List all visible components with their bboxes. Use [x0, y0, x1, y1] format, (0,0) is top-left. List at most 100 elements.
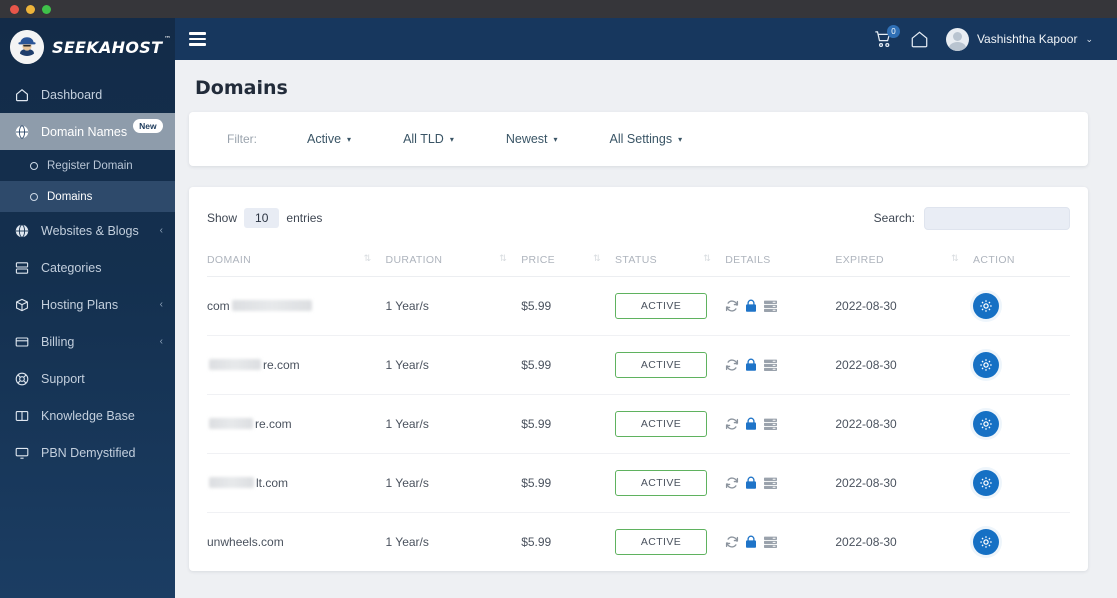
cell-status: ACTIVE [615, 453, 726, 513]
cell-domain: com [207, 276, 386, 336]
column-header-domain[interactable]: DOMAIN ⇅ [207, 244, 386, 277]
sidebar-item-billing[interactable]: Billing ‹ [0, 323, 175, 360]
detective-logo-icon [10, 30, 44, 64]
filter-bar: Filter: Active ▾ All TLD ▾ Newest ▾ All … [189, 112, 1088, 166]
home-icon[interactable] [910, 30, 929, 49]
search-input[interactable] [924, 206, 1070, 230]
window-minimize-button[interactable] [26, 5, 35, 14]
server-icon[interactable] [763, 417, 778, 431]
server-icon[interactable] [763, 299, 778, 313]
page-title: Domains [195, 77, 288, 99]
chevron-left-icon: ‹ [159, 336, 163, 347]
lifebuoy-icon [14, 372, 29, 386]
user-menu[interactable]: Vashishtha Kapoor ⌄ [945, 27, 1093, 51]
cell-domain: re.com [207, 394, 386, 454]
column-header-expired[interactable]: EXPIRED ⇅ [835, 244, 974, 277]
card-icon [14, 335, 29, 349]
gear-icon[interactable] [973, 293, 1000, 319]
gear-icon[interactable] [973, 470, 1000, 496]
entries-per-page-select[interactable]: 10 [244, 208, 280, 228]
sidebar-item-label: Websites & Blogs [41, 223, 139, 238]
sidebar-item-dashboard[interactable]: Dashboard [0, 76, 175, 113]
sidebar-item-categories[interactable]: Categories [0, 249, 175, 286]
status-badge: ACTIVE [615, 293, 708, 319]
lock-icon[interactable] [745, 358, 757, 372]
refresh-icon[interactable] [725, 476, 739, 490]
filter-dropdown-sort[interactable]: Newest ▾ [506, 132, 558, 146]
sort-icon[interactable]: ⇅ [593, 254, 601, 263]
column-header-price[interactable]: PRICE ⇅ [521, 244, 616, 277]
filter-dropdown-label: Active [307, 132, 342, 146]
filter-dropdown-label: Newest [505, 132, 548, 146]
hamburger-icon[interactable] [189, 32, 206, 46]
globe-icon [14, 124, 29, 139]
server-icon[interactable] [763, 358, 778, 372]
sidebar-logo[interactable]: SEEKAHOST ™ [0, 18, 175, 76]
lock-icon[interactable] [745, 299, 757, 313]
cell-status: ACTIVE [615, 512, 726, 571]
sidebar-subitem-label: Domains [47, 190, 93, 203]
new-badge: New [133, 118, 163, 133]
cell-duration: 1 Year/s [385, 335, 522, 395]
chevron-left-icon: ‹ [159, 299, 163, 310]
cell-action [973, 512, 1070, 571]
sidebar-item-domains[interactable]: Domains [0, 181, 175, 212]
sort-icon[interactable]: ⇅ [364, 254, 372, 263]
sidebar-item-label: Hosting Plans [41, 297, 119, 312]
top-navbar: 0 Vashishtha Kapoor ⌄ [175, 18, 1117, 60]
refresh-icon[interactable] [725, 358, 739, 372]
window-maximize-button[interactable] [42, 5, 51, 14]
sidebar-item-knowledge-base[interactable]: Knowledge Base [0, 397, 175, 434]
cell-status: ACTIVE [615, 335, 726, 395]
sidebar-item-websites-blogs[interactable]: Websites & Blogs ‹ [0, 212, 175, 249]
cell-expired: 2022-08-30 [835, 453, 974, 513]
cell-price: $5.99 [521, 276, 616, 336]
filter-dropdown-settings[interactable]: All Settings ▾ [610, 132, 683, 146]
domain-text: re.com [263, 358, 300, 372]
refresh-icon[interactable] [725, 417, 739, 431]
column-header-status[interactable]: STATUS ⇅ [615, 244, 726, 277]
chevron-left-icon: ‹ [159, 225, 163, 236]
filter-dropdown-status[interactable]: Active ▾ [307, 132, 351, 146]
bullet-icon [30, 192, 38, 201]
table-row: re.com 1 Year/s $5.99 ACTIVE 2022-08-30 [207, 394, 1070, 454]
refresh-icon[interactable] [725, 299, 739, 313]
book-icon [14, 409, 29, 423]
sidebar-subitem-label: Register Domain [47, 159, 133, 172]
lock-icon[interactable] [745, 535, 757, 549]
window-close-button[interactable] [10, 5, 19, 14]
filter-dropdown-tld[interactable]: All TLD ▾ [403, 132, 454, 146]
cell-domain: lt.com [207, 453, 386, 513]
lock-icon[interactable] [745, 417, 757, 431]
sort-icon[interactable]: ⇅ [703, 254, 711, 263]
server-icon[interactable] [763, 476, 778, 490]
gear-icon[interactable] [973, 411, 1000, 437]
sidebar-item-support[interactable]: Support [0, 360, 175, 397]
sort-icon[interactable]: ⇅ [499, 254, 507, 263]
sidebar-item-register-domain[interactable]: Register Domain [0, 150, 175, 181]
cell-domain: unwheels.com [207, 512, 386, 571]
caret-down-icon: ▾ [347, 134, 352, 144]
bullet-icon [30, 161, 38, 170]
sidebar-item-pbn-demystified[interactable]: PBN Demystified [0, 434, 175, 471]
domain-text: com [207, 299, 230, 313]
column-header-duration[interactable]: DURATION ⇅ [385, 244, 522, 277]
window-titlebar [0, 0, 1117, 18]
table-row: lt.com 1 Year/s $5.99 ACTIVE 2022-08-30 [207, 453, 1070, 513]
table-row: unwheels.com 1 Year/s $5.99 ACTIVE 2022-… [207, 512, 1070, 571]
sidebar-item-hosting-plans[interactable]: Hosting Plans ‹ [0, 286, 175, 323]
status-badge: ACTIVE [615, 529, 708, 555]
refresh-icon[interactable] [725, 535, 739, 549]
table-header-row: DOMAIN ⇅ DURATION ⇅ PRICE ⇅ STATUS ⇅ DETAILS [207, 244, 1070, 277]
globe-icon [14, 223, 29, 238]
cart-icon[interactable]: 0 [874, 24, 900, 49]
gear-icon[interactable] [973, 529, 1000, 555]
gear-icon[interactable] [973, 352, 1000, 378]
layers-icon [14, 261, 29, 275]
status-badge: ACTIVE [615, 352, 708, 378]
sidebar-item-domain-names[interactable]: Domain Names New ⌄ [0, 113, 175, 150]
server-icon[interactable] [763, 535, 778, 549]
sort-icon[interactable]: ⇅ [951, 254, 959, 263]
lock-icon[interactable] [745, 476, 757, 490]
domains-table: DOMAIN ⇅ DURATION ⇅ PRICE ⇅ STATUS ⇅ DETAILS [207, 244, 1070, 571]
